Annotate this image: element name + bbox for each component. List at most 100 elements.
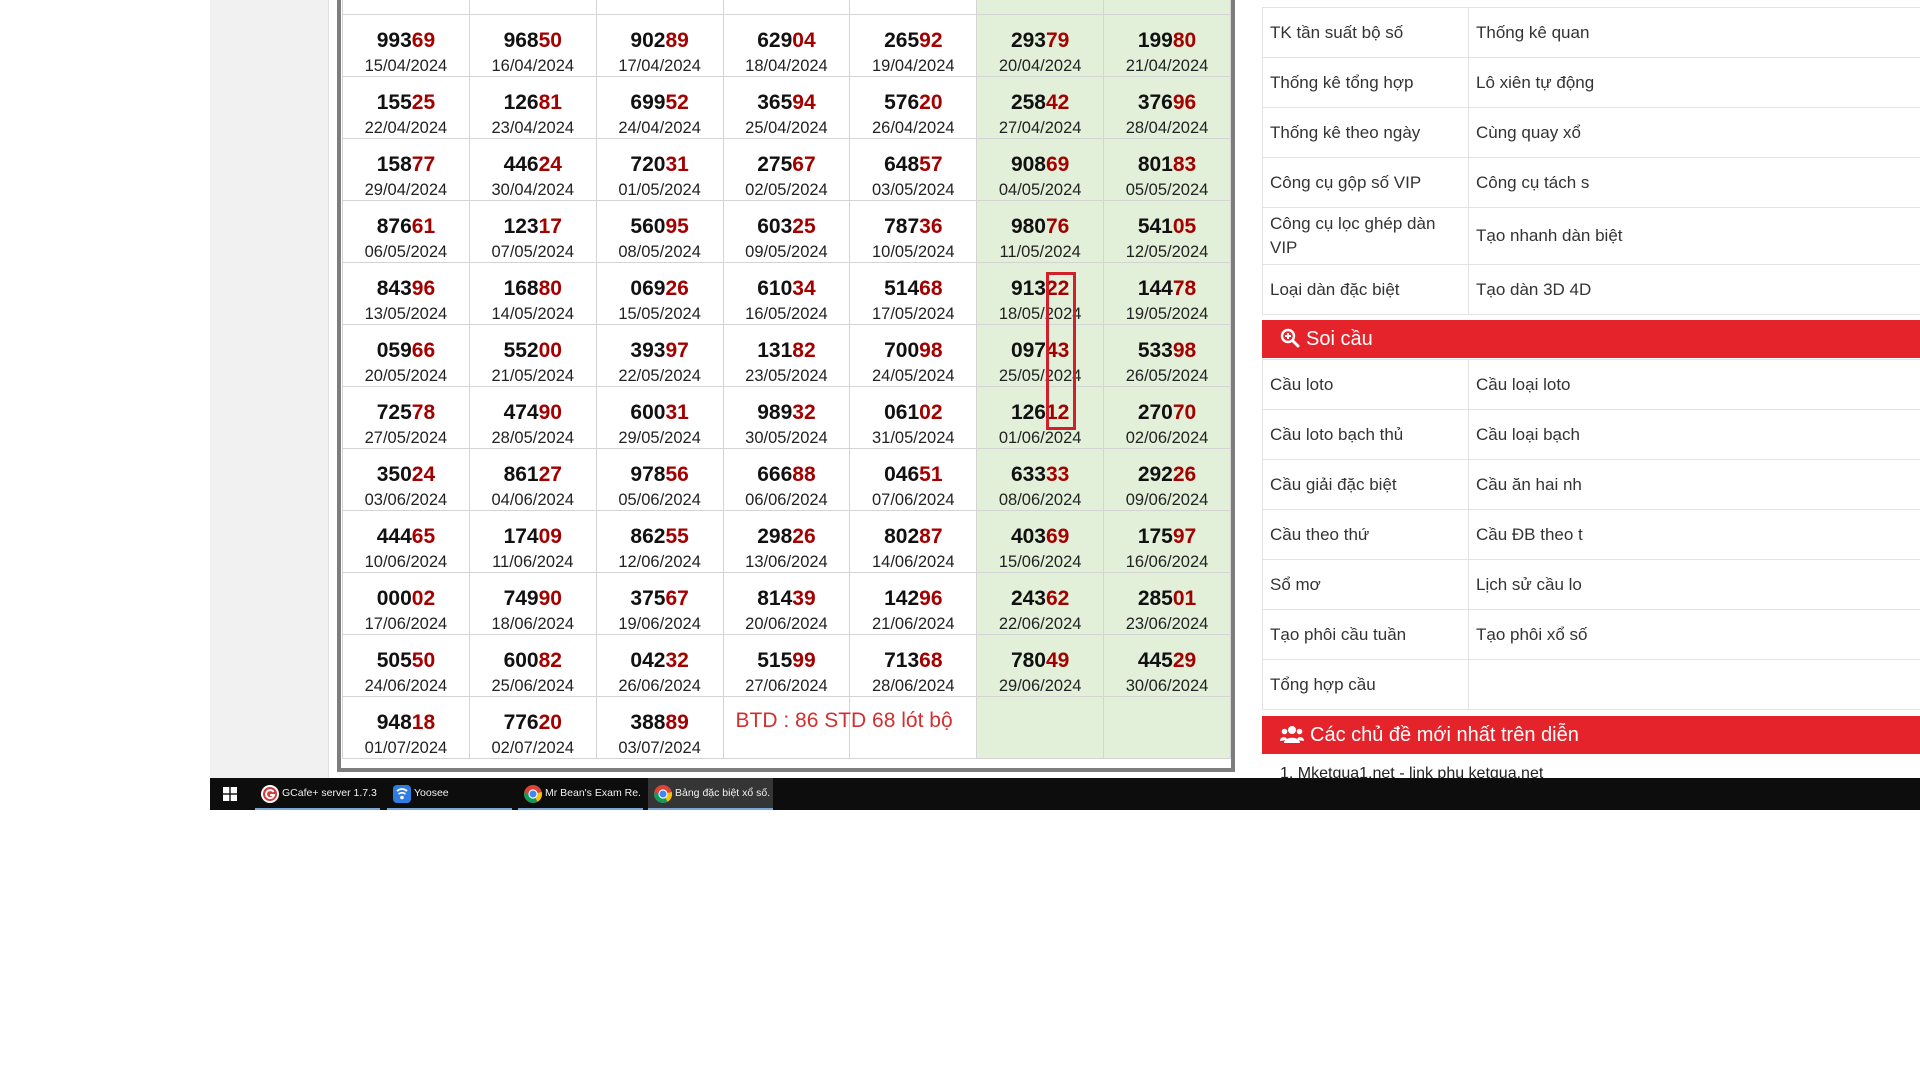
- table-cell: 80287 14/06/2024: [849, 510, 978, 573]
- sidebar-link-cell[interactable]: Tạo phôi xổ số: [1468, 609, 1920, 660]
- sidebar-link-cell[interactable]: Thống kê theo ngày: [1262, 107, 1469, 158]
- prize-head-digits: 388: [630, 711, 666, 734]
- sidebar-link-cell[interactable]: Cầu loto: [1262, 359, 1469, 410]
- prize-head-digits: 131: [757, 339, 793, 362]
- prize-tail-digits: 70: [1172, 401, 1197, 424]
- table-row: 99369 15/04/2024 96850 16/04/2024 90289 17/04…: [342, 14, 1231, 77]
- sidebar-link-cell[interactable]: Tạo dàn 3D 4D: [1468, 264, 1920, 315]
- prize-tail-digits: 98: [1172, 339, 1197, 362]
- sidebar-link-cell[interactable]: Loại dàn đặc biệt: [1262, 264, 1469, 315]
- sidebar-link-cell[interactable]: Cùng quay xổ: [1468, 107, 1920, 158]
- special-prize-number: 29226: [1104, 463, 1230, 487]
- table-cell: 44624 30/04/2024: [468, 138, 597, 201]
- table-cell: 80183 05/05/2024: [1103, 138, 1231, 201]
- sidebar-link-cell[interactable]: Cầu loại bạch: [1468, 409, 1920, 460]
- draw-date: 17/06/2024: [364, 615, 448, 633]
- sidebar-link-cell[interactable]: Tạo nhanh dàn biệt: [1468, 207, 1920, 265]
- prize-head-digits: 862: [630, 525, 666, 548]
- table-cell: 29226 09/06/2024: [1103, 448, 1231, 511]
- prize-tail-digits: 57: [919, 153, 943, 176]
- prize-tail-digits: 76: [1045, 215, 1070, 238]
- soi-cau-header: Soi cầu: [1262, 320, 1920, 358]
- special-prize-number: 53398: [1104, 339, 1230, 363]
- prize-tail-digits: 88: [792, 463, 816, 486]
- sidebar-link-cell[interactable]: Cầu theo thứ: [1262, 509, 1469, 560]
- sidebar-link-cell[interactable]: Công cụ tách s: [1468, 157, 1920, 208]
- prize-head-digits: 097: [1010, 339, 1046, 362]
- special-prize-number: 78049: [977, 649, 1103, 673]
- prize-tail-digits: 61: [411, 215, 436, 238]
- prize-tail-digits: 82: [538, 649, 562, 672]
- draw-date: 27/06/2024: [745, 677, 828, 695]
- special-prize-number: 98076: [977, 215, 1103, 239]
- special-prize-number: 90869: [977, 153, 1103, 177]
- sidebar-link-cell[interactable]: Thống kê tổng hợp: [1262, 57, 1469, 108]
- special-prize-number: 55200: [470, 339, 596, 363]
- sidebar-link-cell[interactable]: Cầu giải đặc biệt: [1262, 459, 1469, 510]
- table-cell: 37696 28/04/2024: [1103, 76, 1231, 139]
- prize-tail-digits: 24: [538, 153, 562, 176]
- sidebar-link-row: Loại dàn đặc biệt Tạo dàn 3D 4D: [1262, 264, 1920, 315]
- table-cell: 71368 28/06/2024: [849, 634, 978, 697]
- table-cell: 16880 14/05/2024: [468, 262, 597, 325]
- sidebar-link-cell[interactable]: Công cụ lọc ghép dàn VIP: [1262, 207, 1469, 265]
- table-cell: 06926 15/05/2024: [595, 262, 724, 325]
- taskbar-item-label: Mr Bean's Exam Re...: [545, 787, 640, 799]
- prize-head-digits: 069: [630, 277, 666, 300]
- table-cell: 55200 21/05/2024: [468, 324, 597, 387]
- sidebar-link-cell[interactable]: TK tần suất bộ số: [1262, 7, 1469, 58]
- table-cell: 12681 23/04/2024: [468, 76, 597, 139]
- prize-head-digits: 749: [503, 587, 539, 610]
- prize-tail-digits: 67: [792, 153, 816, 176]
- draw-date: 16/05/2024: [745, 305, 828, 323]
- draw-date: 28/04/2024: [1125, 119, 1209, 137]
- table-cell: 04651 07/06/2024: [849, 448, 978, 511]
- sidebar-link-cell[interactable]: Cầu loại loto: [1468, 359, 1920, 410]
- draw-date: 12/05/2024: [1125, 243, 1209, 261]
- sidebar-link-cell[interactable]: Lô xiên tự động: [1468, 57, 1920, 108]
- sidebar-link-cell[interactable]: Công cụ gộp số VIP: [1262, 157, 1469, 208]
- table-cell: 35024 03/06/2024: [342, 448, 470, 511]
- table-cell: 19980 21/04/2024: [1103, 14, 1231, 77]
- sidebar-link-cell[interactable]: Tổng hợp cầu: [1262, 659, 1469, 710]
- table-cell: 28501 23/06/2024: [1103, 572, 1231, 635]
- sidebar-link-cell[interactable]: Cầu ĐB theo t: [1468, 509, 1920, 560]
- sidebar-link-cell[interactable]: Cầu loto bạch thủ: [1262, 409, 1469, 460]
- taskbar-item-chrome-active[interactable]: Bảng đặc biệt xổ số...: [648, 778, 773, 810]
- draw-date: 04/06/2024: [491, 491, 575, 509]
- prize-tail-digits: 66: [411, 339, 436, 362]
- prize-tail-digits: 89: [665, 29, 689, 52]
- prize-tail-digits: 80: [1172, 29, 1197, 52]
- special-prize-number: 35024: [343, 463, 469, 487]
- draw-date: 14/04/2024: [1104, 0, 1230, 3]
- prize-tail-digits: 69: [1045, 525, 1070, 548]
- special-prize-number: 66688: [724, 463, 850, 487]
- table-cell: 00002 17/06/2024: [342, 572, 470, 635]
- taskbar-item-chrome-mr-bean[interactable]: Mr Bean's Exam Re...: [518, 778, 643, 810]
- special-prize-number: 44529: [1104, 649, 1230, 673]
- special-prize-number: 37696: [1104, 91, 1230, 115]
- draw-date: 09/06/2024: [1125, 491, 1209, 509]
- table-cell: 69952 24/04/2024: [595, 76, 724, 139]
- prize-tail-digits: 27: [538, 463, 562, 486]
- prize-tail-digits: 89: [665, 711, 689, 734]
- prize-tail-digits: 50: [411, 649, 436, 672]
- table-row: 08/04/202409/04/202410/04/202411/04/2024…: [342, 0, 1231, 15]
- prize-tail-digits: 26: [792, 525, 816, 548]
- draw-date: 11/06/2024: [492, 553, 574, 571]
- special-prize-table: 08/04/202409/04/202410/04/202411/04/2024…: [342, 0, 1231, 759]
- prize-head-digits: 158: [376, 153, 412, 176]
- sidebar-link-cell[interactable]: Lịch sử cầu lo: [1468, 559, 1920, 610]
- taskbar-item-gcafe[interactable]: GCafe+ server 1.7.3...: [255, 778, 380, 810]
- sidebar-link-cell[interactable]: Cầu ăn hai nh: [1468, 459, 1920, 510]
- prize-head-digits: 876: [376, 215, 412, 238]
- taskbar-item-yoosee[interactable]: Yoosee: [387, 778, 512, 810]
- table-cell: 27070 02/06/2024: [1103, 386, 1231, 449]
- draw-date: 24/06/2024: [364, 677, 448, 695]
- sidebar-link-cell[interactable]: Tạo phôi cầu tuần: [1262, 609, 1469, 660]
- start-button[interactable]: [210, 778, 250, 810]
- sidebar-link-cell[interactable]: Thống kê quan: [1468, 7, 1920, 58]
- sidebar-link-row: Công cụ lọc ghép dàn VIP Tạo nhanh dàn bi…: [1262, 207, 1920, 265]
- sidebar-link-cell[interactable]: Sổ mơ: [1262, 559, 1469, 610]
- special-prize-number: 25842: [977, 91, 1103, 115]
